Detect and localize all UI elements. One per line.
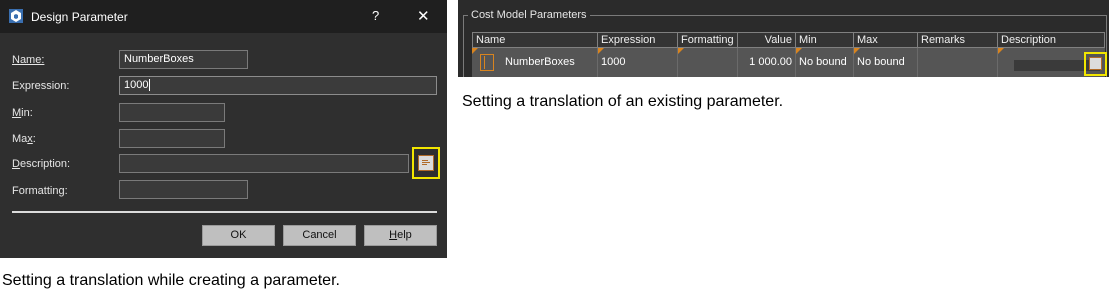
column-header-formatting[interactable]: Formatting xyxy=(678,32,738,48)
name-input[interactable]: NumberBoxes xyxy=(119,50,248,69)
description-editor-icon[interactable] xyxy=(418,155,434,171)
cell-name[interactable]: NumberBoxes xyxy=(472,48,598,77)
formatting-label: Formatting: xyxy=(12,185,68,197)
panel-description-editor-icon[interactable] xyxy=(1089,57,1102,70)
column-header-name[interactable]: Name xyxy=(472,32,598,48)
description-editor-glyph xyxy=(422,160,430,165)
panel-description-editor-highlight xyxy=(1084,52,1107,76)
help-button[interactable]: Help xyxy=(364,225,437,246)
cell-marker xyxy=(472,48,478,54)
description-editor-highlight xyxy=(412,147,440,179)
expression-label: Expression: xyxy=(12,80,70,92)
ok-button[interactable]: OK xyxy=(202,225,275,246)
grid-header: Name Expression Formatting Value Min Max… xyxy=(472,32,1105,48)
parameter-icon xyxy=(480,54,494,71)
column-header-max[interactable]: Max xyxy=(854,32,918,48)
dialog-title: Design Parameter xyxy=(31,10,128,24)
max-input[interactable] xyxy=(119,129,225,148)
column-header-remarks[interactable]: Remarks xyxy=(918,32,998,48)
description-label: Description: xyxy=(12,158,71,170)
cell-min-text: No bound xyxy=(799,56,847,68)
cell-marker xyxy=(796,48,802,54)
column-header-value[interactable]: Value xyxy=(738,32,796,48)
cell-expression[interactable]: 1000 xyxy=(598,48,678,77)
cell-marker xyxy=(678,48,684,54)
cell-marker xyxy=(854,48,860,54)
cell-marker xyxy=(998,48,1004,54)
expression-value: 1000 xyxy=(124,79,149,91)
help-icon[interactable]: ? xyxy=(372,8,379,23)
min-label: Min: xyxy=(12,107,33,119)
description-input[interactable] xyxy=(119,154,409,173)
group-title: Cost Model Parameters xyxy=(468,9,590,21)
table-row[interactable]: NumberBoxes 1000 1 000.00 No bound No bo… xyxy=(472,48,1105,77)
max-label: Max: xyxy=(12,133,36,145)
min-input[interactable] xyxy=(119,103,225,122)
app-icon xyxy=(9,9,23,23)
cell-marker xyxy=(598,48,604,54)
caption-right: Setting a translation of an existing par… xyxy=(462,93,784,110)
cell-max[interactable]: No bound xyxy=(854,48,918,77)
close-icon[interactable]: ✕ xyxy=(417,7,430,25)
cell-name-text: NumberBoxes xyxy=(505,56,575,68)
cancel-button[interactable]: Cancel xyxy=(283,225,356,246)
dialog-separator xyxy=(12,211,437,213)
expression-input[interactable]: 1000 xyxy=(119,76,437,95)
formatting-input[interactable] xyxy=(119,180,248,199)
column-header-description[interactable]: Description xyxy=(998,32,1105,48)
cell-remarks[interactable] xyxy=(918,48,998,77)
caption-left: Setting a translation while creating a p… xyxy=(2,272,340,289)
column-header-expression[interactable]: Expression xyxy=(598,32,678,48)
cost-model-parameters-panel: Cost Model Parameters Name Expression Fo… xyxy=(458,0,1109,77)
text-cursor xyxy=(149,79,151,92)
column-header-min[interactable]: Min xyxy=(796,32,854,48)
cell-value: 1 000.00 xyxy=(738,48,796,77)
cell-min[interactable]: No bound xyxy=(796,48,854,77)
cell-expression-text: 1000 xyxy=(601,56,626,68)
dialog-titlebar: Design Parameter ? ✕ xyxy=(0,0,447,33)
cell-max-text: No bound xyxy=(857,56,905,68)
name-label: Name: xyxy=(12,54,45,66)
design-parameter-dialog: Design Parameter ? ✕ Name: NumberBoxes E… xyxy=(0,0,447,258)
cell-formatting[interactable] xyxy=(678,48,738,77)
